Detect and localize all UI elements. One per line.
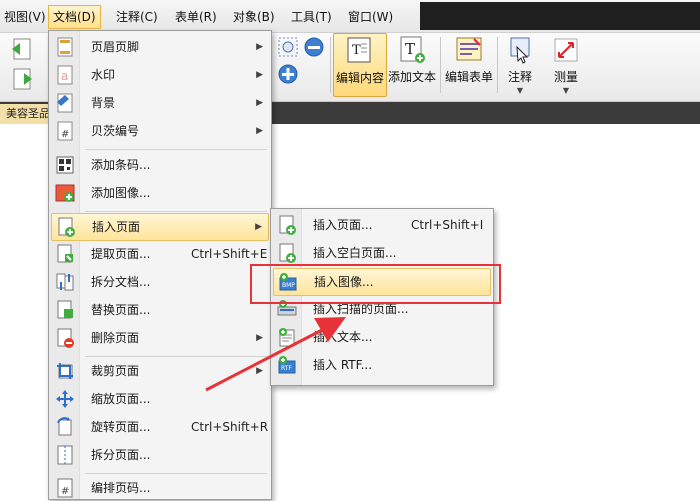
watermark-icon: a <box>55 65 75 85</box>
menu-item-add-barcode[interactable]: 添加条码... <box>51 152 269 178</box>
replace-page-icon <box>55 300 75 320</box>
add-text-label: 添加文本 <box>387 70 436 84</box>
header-footer-icon <box>55 37 75 57</box>
menu-document[interactable]: 文档(D) <box>48 5 101 29</box>
annotation-highlight-box <box>250 264 501 304</box>
submenu-item-insert-blank-page[interactable]: 插入空白页面... <box>273 240 491 266</box>
measure-dropdown-icon[interactable]: ▼ <box>546 87 586 95</box>
toolbar-separator <box>440 37 441 93</box>
submenu-arrow-icon: ▶ <box>256 126 263 136</box>
annotate-button[interactable]: 注释 ▼ <box>500 33 540 95</box>
edit-content-label: 编辑内容 <box>335 71 384 85</box>
submenu-item-insert-page[interactable]: 插入页面... Ctrl+Shift+I <box>273 212 491 238</box>
nav-forward-icon[interactable] <box>8 67 36 94</box>
toolbar-separator <box>330 37 331 93</box>
menu-item-extract-page[interactable]: 提取页面... Ctrl+Shift+E <box>51 241 269 267</box>
rotate-page-icon <box>55 417 75 437</box>
submenu-item-insert-rtf[interactable]: RTF 插入 RTF... <box>273 352 491 378</box>
menu-item-add-image[interactable]: 添加图像... <box>51 180 269 206</box>
submenu-arrow-icon: ▶ <box>256 98 263 108</box>
menu-item-crop-page[interactable]: 裁剪页面 ▶ <box>51 358 269 384</box>
menu-item-header-footer[interactable]: 页眉页脚 ▶ <box>51 34 269 60</box>
crop-page-icon <box>55 361 75 381</box>
insert-rtf-icon: RTF <box>277 355 297 375</box>
number-pages-icon: # <box>55 478 75 498</box>
scale-page-icon <box>55 389 75 409</box>
menu-separator <box>85 473 267 474</box>
toolbar-separator <box>497 37 498 93</box>
svg-text:T: T <box>352 43 361 58</box>
extract-page-icon <box>55 244 75 264</box>
annotate-dropdown-icon[interactable]: ▼ <box>500 87 540 95</box>
svg-text:#: # <box>61 486 69 497</box>
menu-window[interactable]: 窗口(W) <box>344 6 397 28</box>
barcode-icon <box>55 155 75 175</box>
menu-item-scale-page[interactable]: 缩放页面... <box>51 386 269 412</box>
document-menu: 页眉页脚 ▶ a 水印 ▶ 背景 ▶ # 贝茨编号 ▶ 添加条码... 添加图像… <box>48 30 272 500</box>
annotate-label: 注释 <box>507 70 532 84</box>
menu-item-insert-page[interactable]: 插入页面 ▶ <box>51 213 269 241</box>
svg-text:RTF: RTF <box>281 365 292 372</box>
submenu-arrow-icon: ▶ <box>255 222 262 232</box>
svg-text:a: a <box>61 69 68 83</box>
submenu-arrow-icon: ▶ <box>256 333 263 343</box>
bates-number-icon: # <box>55 121 75 141</box>
submenu-item-insert-text[interactable]: 插入文本... <box>273 324 491 350</box>
background-icon <box>55 93 75 113</box>
menu-item-watermark[interactable]: a 水印 ▶ <box>51 62 269 88</box>
insert-text-icon <box>277 327 297 347</box>
menu-form[interactable]: 表单(R) <box>171 6 221 28</box>
submenu-arrow-icon: ▶ <box>256 70 263 80</box>
svg-text:#: # <box>61 129 69 140</box>
menu-separator <box>85 356 267 357</box>
menu-item-background[interactable]: 背景 ▶ <box>51 90 269 116</box>
menu-comment[interactable]: 注释(C) <box>112 6 162 28</box>
svg-text:T: T <box>405 40 415 58</box>
edit-form-button[interactable]: 编辑表单 <box>443 33 495 95</box>
edit-content-button[interactable]: T 编辑内容 <box>333 33 387 97</box>
menu-item-replace-page[interactable]: 替换页面... <box>51 297 269 323</box>
measure-label: 测量 <box>553 70 578 84</box>
insert-page-icon <box>56 217 76 237</box>
zoom-out-icon[interactable] <box>303 36 325 61</box>
submenu-arrow-icon: ▶ <box>256 42 263 52</box>
insert-page-icon <box>277 215 297 235</box>
add-text-icon: T <box>397 35 427 65</box>
edit-form-icon <box>454 35 484 65</box>
zoom-region-icon[interactable] <box>277 36 299 61</box>
menu-item-delete-page[interactable]: 删除页面 ▶ <box>51 325 269 351</box>
menu-item-rotate-page[interactable]: 旋转页面... Ctrl+Shift+R <box>51 414 269 440</box>
menu-view[interactable]: 视图(V) <box>0 6 50 28</box>
submenu-arrow-icon: ▶ <box>256 366 263 376</box>
menu-separator <box>85 149 267 150</box>
edit-form-label: 编辑表单 <box>444 70 493 84</box>
menu-separator <box>85 211 267 212</box>
annotate-icon <box>505 35 535 65</box>
add-text-button[interactable]: T 添加文本 <box>387 33 437 95</box>
menu-item-bates-number[interactable]: # 贝茨编号 ▶ <box>51 118 269 144</box>
menu-tools[interactable]: 工具(T) <box>287 6 336 28</box>
menu-object[interactable]: 对象(B) <box>229 6 279 28</box>
add-image-icon <box>55 183 75 203</box>
split-page-icon <box>55 445 75 465</box>
edit-content-icon: T <box>345 36 375 66</box>
titlebar-dark-strip <box>420 2 700 30</box>
insert-blank-page-icon <box>277 243 297 263</box>
delete-page-icon <box>55 328 75 348</box>
split-document-icon <box>55 272 75 292</box>
measure-icon <box>551 35 581 65</box>
menu-bar: 视图(V) 文档(D) 注释(C) 表单(R) 对象(B) 工具(T) 窗口(W… <box>0 0 700 33</box>
menu-item-split-page[interactable]: 拆分页面... <box>51 442 269 468</box>
nav-back-icon[interactable] <box>8 37 36 64</box>
menu-item-number-pages[interactable]: # 编排页码... <box>51 475 269 501</box>
measure-button[interactable]: 测量 ▼ <box>546 33 586 95</box>
zoom-in-icon[interactable] <box>277 63 299 88</box>
menu-item-split-document[interactable]: 拆分文档... <box>51 269 269 295</box>
